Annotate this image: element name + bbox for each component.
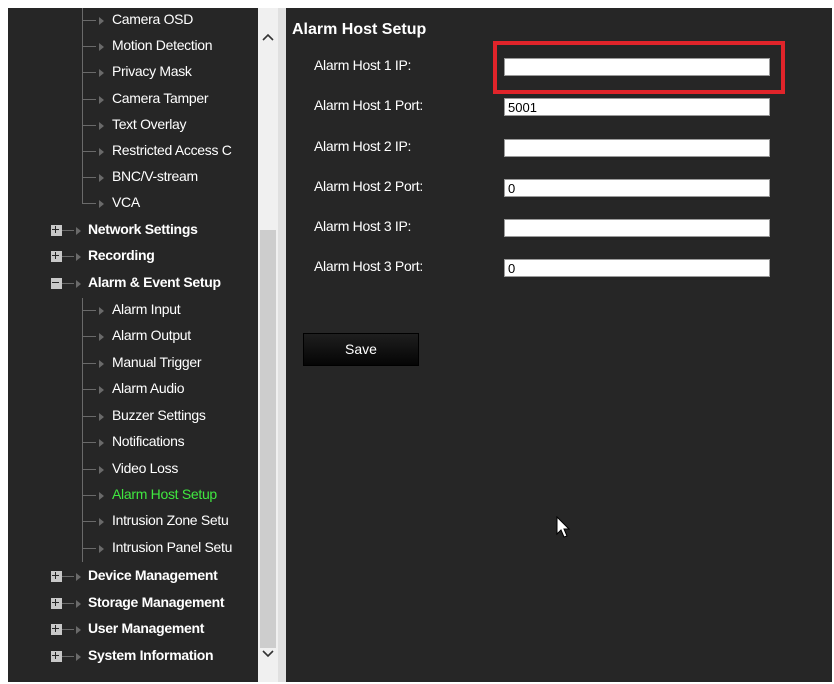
scroll-up-button[interactable]: [260, 28, 276, 46]
sidebar-item-notifications[interactable]: Notifications: [8, 430, 258, 456]
sidebar-item-alarm-input[interactable]: Alarm Input: [8, 298, 258, 324]
sidebar-item-restricted-access[interactable]: Restricted Access C: [8, 139, 258, 165]
expand-plus-icon[interactable]: [51, 624, 62, 635]
alarm-host-1-port-field[interactable]: [504, 98, 770, 116]
chevron-down-icon: [262, 650, 274, 658]
sidebar-item-recording[interactable]: Recording: [8, 244, 258, 270]
sidebar-item-motion-detection[interactable]: Motion Detection: [8, 34, 258, 60]
sidebar-item-buzzer-settings[interactable]: Buzzer Settings: [8, 404, 258, 430]
highlight-annotation-box: [493, 41, 785, 94]
mouse-pointer-icon: [556, 515, 572, 545]
panel-divider: [278, 8, 286, 682]
alarm-host-2-ip-label: Alarm Host 2 IP:: [314, 138, 412, 154]
sidebar-item-privacy-mask[interactable]: Privacy Mask: [8, 60, 258, 86]
sidebar-scrollbar[interactable]: [258, 8, 278, 682]
sidebar-item-alarm-event-setup[interactable]: Alarm & Event Setup: [8, 271, 258, 297]
sidebar-item-video-loss[interactable]: Video Loss: [8, 457, 258, 483]
alarm-host-2-port-label: Alarm Host 2 Port:: [314, 178, 423, 194]
tree-arrow-icon: [99, 307, 104, 315]
tree-arrow-icon: [99, 545, 104, 553]
expand-plus-icon[interactable]: [51, 225, 62, 236]
expand-plus-icon[interactable]: [51, 651, 62, 662]
sidebar-item-device-management[interactable]: Device Management: [8, 564, 258, 590]
scrollbar-thumb[interactable]: [260, 230, 276, 648]
alarm-host-3-port-label: Alarm Host 3 Port:: [314, 258, 423, 274]
expand-plus-icon[interactable]: [51, 251, 62, 262]
alarm-host-3-port-field[interactable]: [504, 259, 770, 277]
collapse-minus-icon[interactable]: [51, 278, 62, 289]
main-panel: Alarm Host Setup Alarm Host 1 IP: Alarm …: [286, 8, 832, 682]
sidebar-item-camera-osd[interactable]: Camera OSD: [8, 8, 258, 34]
tree-arrow-icon: [76, 227, 81, 235]
sidebar-item-user-management[interactable]: User Management: [8, 617, 258, 643]
sidebar-item-text-overlay[interactable]: Text Overlay: [8, 113, 258, 139]
tree-arrow-icon: [99, 360, 104, 368]
tree-arrow-icon: [99, 43, 104, 51]
tree-arrow-icon: [99, 333, 104, 341]
tree-arrow-icon: [76, 626, 81, 634]
expand-plus-icon[interactable]: [51, 571, 62, 582]
tree-arrow-icon: [99, 96, 104, 104]
tree-arrow-icon: [76, 600, 81, 608]
tree-arrow-icon: [99, 492, 104, 500]
sidebar-item-camera-tamper[interactable]: Camera Tamper: [8, 87, 258, 113]
tree-arrow-icon: [99, 174, 104, 182]
tree-arrow-icon: [99, 518, 104, 526]
sidebar-tree: Camera OSD Motion Detection Privacy Mask…: [8, 8, 258, 682]
alarm-host-3-ip-label: Alarm Host 3 IP:: [314, 218, 412, 234]
sidebar-item-vca[interactable]: VCA: [8, 191, 258, 217]
expand-plus-icon[interactable]: [51, 598, 62, 609]
tree-arrow-icon: [76, 253, 81, 261]
tree-arrow-icon: [76, 280, 81, 288]
tree-arrow-icon: [76, 653, 81, 661]
alarm-host-3-ip-field[interactable]: [504, 219, 770, 237]
sidebar-item-intrusion-panel-setup[interactable]: Intrusion Panel Setu: [8, 536, 258, 562]
tree-arrow-icon: [99, 386, 104, 394]
sidebar-item-alarm-host-setup[interactable]: Alarm Host Setup: [8, 483, 258, 509]
alarm-host-1-port-label: Alarm Host 1 Port:: [314, 97, 423, 113]
scroll-down-button[interactable]: [260, 645, 276, 663]
save-button[interactable]: Save: [303, 333, 419, 366]
sidebar-item-manual-trigger[interactable]: Manual Trigger: [8, 351, 258, 377]
sidebar-item-alarm-output[interactable]: Alarm Output: [8, 324, 258, 350]
sidebar-item-system-information[interactable]: System Information: [8, 644, 258, 670]
tree-arrow-icon: [76, 573, 81, 581]
tree-arrow-icon: [99, 413, 104, 421]
tree-arrow-icon: [99, 17, 104, 25]
alarm-host-2-port-field[interactable]: [504, 179, 770, 197]
alarm-host-1-ip-label: Alarm Host 1 IP:: [314, 57, 412, 73]
sidebar-item-intrusion-zone-setup[interactable]: Intrusion Zone Setu: [8, 509, 258, 535]
sidebar-item-network-settings[interactable]: Network Settings: [8, 218, 258, 244]
page-title: Alarm Host Setup: [292, 21, 427, 38]
tree-arrow-icon: [99, 122, 104, 130]
sidebar-item-alarm-audio[interactable]: Alarm Audio: [8, 377, 258, 403]
app-window: Camera OSD Motion Detection Privacy Mask…: [8, 8, 832, 682]
tree-arrow-icon: [99, 69, 104, 77]
chevron-up-icon: [262, 33, 274, 41]
sidebar-item-bnc-v-stream[interactable]: BNC/V-stream: [8, 165, 258, 191]
tree-arrow-icon: [99, 148, 104, 156]
tree-arrow-icon: [99, 200, 104, 208]
alarm-host-2-ip-field[interactable]: [504, 139, 770, 157]
tree-arrow-icon: [99, 466, 104, 474]
sidebar-item-storage-management[interactable]: Storage Management: [8, 591, 258, 617]
tree-arrow-icon: [99, 439, 104, 447]
